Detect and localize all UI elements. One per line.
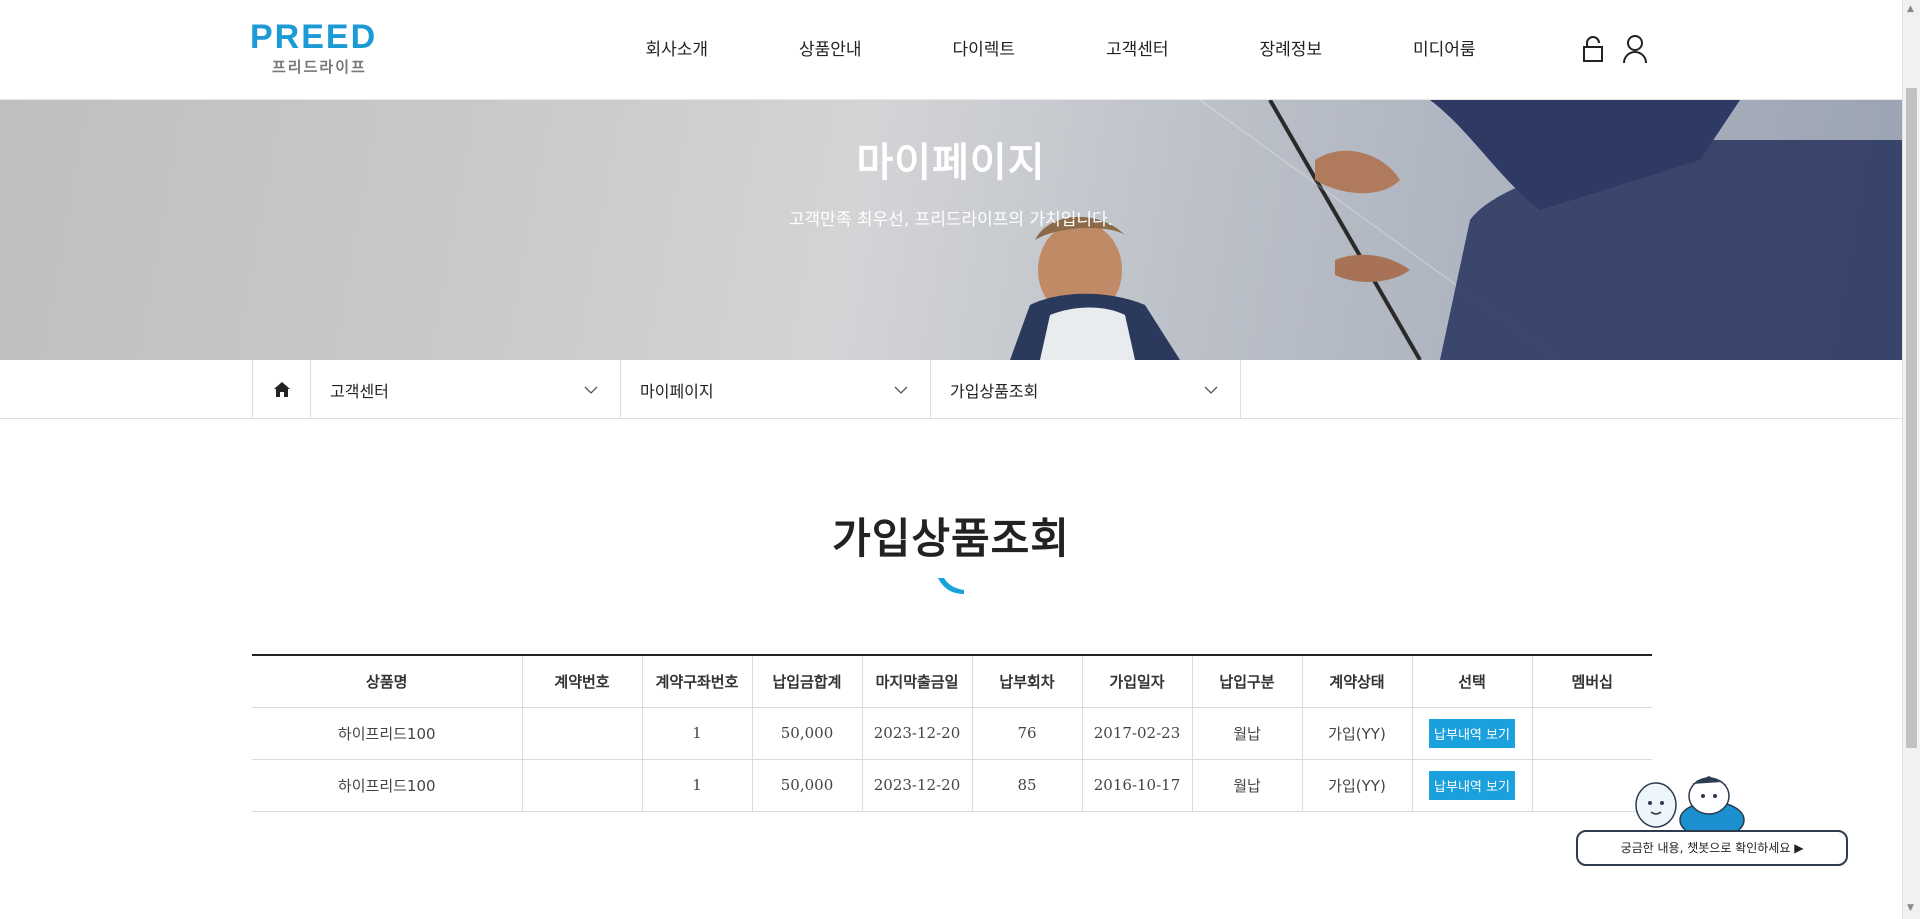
view-payment-history-button[interactable]: 납부내역 보기 — [1429, 770, 1515, 800]
nav-item-products[interactable]: 상품안내 — [754, 0, 908, 100]
nav-item-direct[interactable]: 다이렉트 — [907, 0, 1061, 100]
cell-account-no: 1 — [641, 759, 752, 812]
location-bar: 고객센터 마이페이지 가입상품조회 — [0, 360, 1902, 419]
chatbot-widget[interactable]: 궁금한 내용, 챗봇으로 확인하세요 ▶ — [1576, 770, 1850, 866]
location-dropdown-level3[interactable]: 가입상품조회 — [931, 360, 1241, 419]
cell-pay-type: 월납 — [1191, 759, 1302, 812]
view-payment-history-button[interactable]: 납부내역 보기 — [1429, 718, 1515, 748]
breadcrumb: 고객센터 마이페이지 가입상품조회 — [252, 360, 1241, 419]
page-title: 가입상품조회 — [832, 514, 1070, 563]
home-button[interactable] — [253, 360, 311, 419]
cell-status: 가입(YY) — [1301, 707, 1412, 760]
column-header: 납입금합계 — [751, 655, 862, 708]
column-header: 가입일자 — [1081, 655, 1192, 708]
home-icon — [273, 382, 290, 397]
logo[interactable]: PREED 프리드라이프 — [250, 20, 395, 82]
column-header: 상품명 — [252, 655, 522, 708]
logo-subtitle: 프리드라이프 — [272, 58, 367, 76]
cell-last-withdrawal: 2023-12-20 — [861, 707, 972, 760]
nav-item-customer-center[interactable]: 고객센터 — [1061, 0, 1215, 100]
chatbot-characters-icon — [1635, 776, 1745, 834]
cell-action: 납부내역 보기 — [1411, 759, 1532, 812]
location-level1-label: 고객센터 — [330, 381, 389, 401]
cell-total: 50,000 — [751, 759, 862, 812]
table-header-row: 상품명 계약번호 계약구좌번호 납입금합계 마지막출금일 납부회차 가입일자 납… — [252, 655, 1652, 708]
location-dropdown-level2[interactable]: 마이페이지 — [621, 360, 931, 419]
scroll-down-arrow-icon[interactable]: ▼ — [1907, 903, 1914, 913]
location-dropdown-level1[interactable]: 고객센터 — [311, 360, 621, 419]
location-level2-label: 마이페이지 — [640, 381, 714, 401]
table-row: 하이프리드100 1 50,000 2023-12-20 85 2016-10-… — [252, 759, 1652, 812]
column-header: 선택 — [1411, 655, 1532, 708]
column-header: 납입구분 — [1191, 655, 1302, 708]
hero-banner: 마이페이지 고객만족 최우선, 프리드라이프의 가치입니다. — [0, 100, 1902, 360]
column-header: 납부회차 — [971, 655, 1082, 708]
cell-contract-no — [521, 759, 642, 812]
cell-total: 50,000 — [751, 707, 862, 760]
cell-membership — [1531, 707, 1652, 760]
main-nav: 회사소개 상품안내 다이렉트 고객센터 장례정보 미디어룸 — [600, 0, 1521, 100]
table-row: 하이프리드100 1 50,000 2023-12-20 76 2017-02-… — [252, 707, 1652, 760]
column-header: 마지막출금일 — [861, 655, 972, 708]
site-header: PREED 프리드라이프 회사소개 상품안내 다이렉트 고객센터 장례정보 미디… — [0, 0, 1902, 100]
scroll-up-arrow-icon[interactable]: ▲ — [1907, 4, 1914, 14]
chatbot-button[interactable]: 궁금한 내용, 챗봇으로 확인하세요 ▶ — [1576, 830, 1848, 866]
column-header: 계약상태 — [1301, 655, 1412, 708]
cell-action: 납부내역 보기 — [1411, 707, 1532, 760]
banner-subtitle: 고객만족 최우선, 프리드라이프의 가치입니다. — [788, 210, 1114, 230]
nav-item-funeral-info[interactable]: 장례정보 — [1214, 0, 1368, 100]
subscribed-products-table: 상품명 계약번호 계약구좌번호 납입금합계 마지막출금일 납부회차 가입일자 납… — [252, 654, 1652, 812]
cell-payment-count: 76 — [971, 707, 1082, 760]
cell-last-withdrawal: 2023-12-20 — [861, 759, 972, 812]
logo-wordmark: PREED — [250, 18, 378, 56]
cell-join-date: 2017-02-23 — [1081, 707, 1192, 760]
chevron-down-icon — [1204, 386, 1218, 394]
chevron-down-icon — [584, 386, 598, 394]
cell-product: 하이프리드100 — [252, 759, 522, 812]
chevron-down-icon — [894, 386, 908, 394]
page-scrollbar[interactable]: ▲ ▼ — [1902, 0, 1920, 919]
column-header: 계약구좌번호 — [641, 655, 752, 708]
cell-join-date: 2016-10-17 — [1081, 759, 1192, 812]
column-header: 멤버십 — [1531, 655, 1652, 708]
cell-status: 가입(YY) — [1301, 759, 1412, 812]
nav-item-media-room[interactable]: 미디어룸 — [1368, 0, 1522, 100]
header-icons — [1580, 34, 1648, 64]
cell-payment-count: 85 — [971, 759, 1082, 812]
cell-pay-type: 월납 — [1191, 707, 1302, 760]
location-level3-label: 가입상품조회 — [950, 381, 1039, 401]
scroll-thumb[interactable] — [1906, 88, 1917, 748]
title-accent-mark — [938, 578, 964, 594]
cell-product: 하이프리드100 — [252, 707, 522, 760]
cell-contract-no — [521, 707, 642, 760]
nav-item-company[interactable]: 회사소개 — [600, 0, 754, 100]
lock-icon[interactable] — [1580, 34, 1606, 64]
column-header: 계약번호 — [521, 655, 642, 708]
banner-title: 마이페이지 — [856, 140, 1046, 186]
user-icon[interactable] — [1622, 34, 1648, 64]
cell-account-no: 1 — [641, 707, 752, 760]
